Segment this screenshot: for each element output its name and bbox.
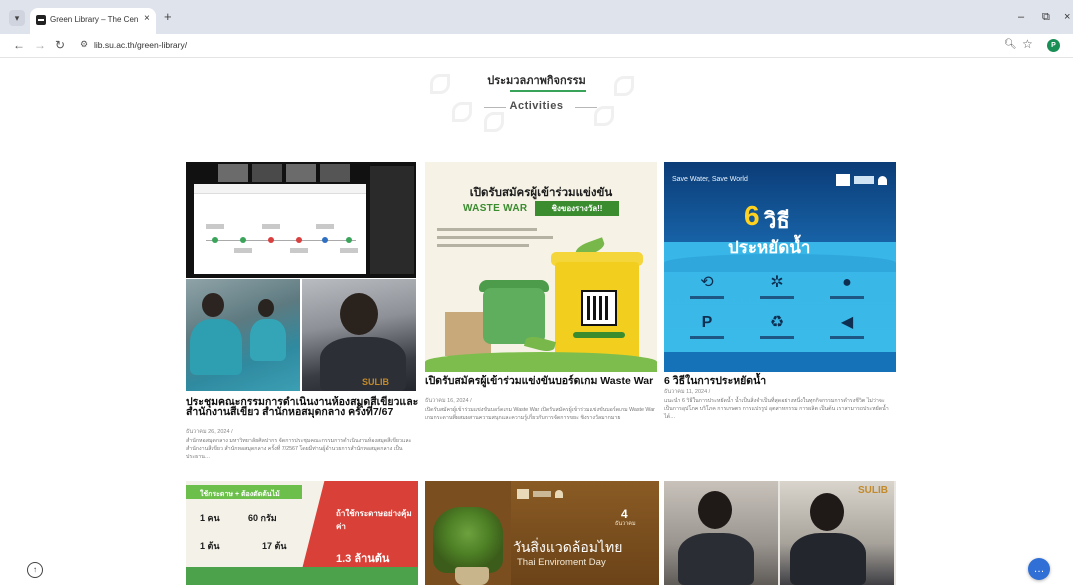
tab-title: Green Library – The Central Lib [50, 15, 138, 24]
event-month: ธันวาคม [615, 521, 636, 527]
chat-bubble-icon[interactable]: … [1028, 558, 1050, 580]
site-favicon-icon [36, 15, 46, 25]
profile-avatar[interactable]: P [1047, 39, 1060, 52]
title-divider-right [575, 107, 597, 108]
event-day: 4 [621, 507, 628, 521]
card-title[interactable]: ประชุมคณะกรรมการดำเนินงานห้องสมุดสีเขียว… [186, 397, 426, 418]
meeting-photo-right: SULIB [780, 481, 894, 585]
card-image[interactable]: 4 ธันวาคม วันสิ่งแวดล้อมไทย Thai Envirom… [425, 481, 659, 585]
card-excerpt: เปิดรับสมัครผู้เข้าร่วมแข่งขันบอร์ดเกม W… [425, 407, 655, 421]
card-image[interactable]: เปิดรับสมัครผู้เข้าร่วมแข่งขัน WASTE WAR… [425, 162, 657, 372]
plant-image [433, 507, 503, 573]
meeting-photo-right: SULIB [302, 279, 416, 391]
infographic-count: 17 ต้น [262, 541, 287, 551]
waste-war-poster: เปิดรับสมัครผู้เข้าร่วมแข่งขัน WASTE WAR… [425, 162, 657, 372]
forward-arrow-icon[interactable]: → [34, 38, 46, 52]
browser-tab-bar: ▾ Green Library – The Central Lib × + – … [0, 0, 1073, 34]
meeting-photo-left [186, 279, 300, 391]
activity-card-paper-usage[interactable]: ใช้กระดาษ + ต้องตัดต้นไม้ 1 คน 60 กรัม 1… [186, 481, 418, 585]
activity-card-meeting[interactable]: SULIB ประชุมคณะกรรมการดำเนินงานห้องสมุดส… [186, 162, 418, 462]
poster-tagline: Save Water, Save World [672, 176, 748, 183]
infographic-person: 1 คน [200, 513, 220, 523]
minimize-button[interactable]: – [1018, 11, 1024, 23]
reload-icon[interactable]: ↻ [55, 38, 65, 52]
water-drop-icon: ● [842, 274, 852, 291]
bookmark-star-icon[interactable]: ☆ [1022, 37, 1033, 51]
restore-button[interactable]: ⧉ [1042, 11, 1050, 24]
card-title[interactable]: 6 วิธีในการประหยัดน้ำ [664, 376, 896, 387]
new-tab-button[interactable]: + [164, 10, 172, 23]
zoom-meeting-screenshot [186, 162, 416, 278]
page-content: ประมวลภาพกิจกรรม Activities SULIB ประชุม… [0, 58, 1073, 585]
megaphone-icon: ◀ [840, 314, 854, 331]
infographic-weight: 60 กรัม [248, 513, 277, 523]
activity-card-meeting-2[interactable]: SULIB [664, 481, 896, 585]
save-water-poster: Save Water, Save World 6 วิธี ประหยัดน้ำ… [664, 162, 896, 372]
infographic-tree: 1 ต้น [200, 541, 220, 551]
card-image[interactable]: Save Water, Save World 6 วิธี ประหยัดน้ำ… [664, 162, 896, 372]
qr-code-icon [581, 290, 617, 326]
sulib-badge: SULIB [362, 377, 389, 387]
card-date: ธันวาคม 16, 2024 / [425, 398, 472, 404]
event-title-thai: วันสิ่งแวดล้อมไทย [513, 539, 623, 555]
back-arrow-icon[interactable]: ← [13, 38, 25, 52]
card-title[interactable]: เปิดรับสมัครผู้เข้าร่วมแข่งขันบอร์ดเกม W… [425, 376, 657, 387]
tab-close-icon[interactable]: × [144, 13, 150, 24]
card-excerpt: สำนักหอสมุดกลาง มหาวิทยาลัยศิลปากร จัดกา… [186, 438, 412, 460]
tab-search-button[interactable]: ▾ [9, 10, 25, 26]
faucet-icon: P [701, 314, 713, 331]
recycle-water-icon: ⟲ [700, 274, 714, 291]
window-close-button[interactable]: × [1064, 11, 1070, 23]
sulib-badge: SULIB [858, 485, 888, 496]
activity-card-thai-environment-day[interactable]: 4 ธันวาคม วันสิ่งแวดล้อมไทย Thai Envirom… [425, 481, 659, 585]
poster-number-word: วิธี [764, 208, 790, 233]
activity-card-waste-war[interactable]: เปิดรับสมัครผู้เข้าร่วมแข่งขัน WASTE WAR… [425, 162, 659, 462]
gear-check-icon: ✲ [770, 274, 784, 291]
site-info-icon[interactable]: ⚙ [80, 39, 88, 50]
poster-prize-label: ชิงของรางวัล!! [535, 201, 619, 216]
section-title-english: Activities [509, 100, 564, 112]
sulib-logo-icon [836, 174, 888, 186]
meeting-photo-left [664, 481, 778, 585]
poster-game-name: WASTE WAR [463, 203, 528, 214]
section-title-thai: ประมวลภาพกิจกรรม [487, 75, 586, 87]
zoom-icon[interactable]: 🔍︎ [1004, 39, 1017, 50]
url-omnibox[interactable]: ⚙ lib.su.ac.th/green-library/ [76, 37, 976, 55]
browser-tab-active[interactable]: Green Library – The Central Lib × [30, 8, 156, 34]
url-text[interactable]: lib.su.ac.th/green-library/ [94, 40, 187, 50]
accessibility-icon[interactable]: ↑ [27, 562, 43, 578]
event-title-english: Thai Enviroment Day [517, 557, 606, 568]
card-image[interactable]: ใช้กระดาษ + ต้องตัดต้นไม้ 1 คน 60 กรัม 1… [186, 481, 418, 585]
card-date: ธันวาคม 11, 2024 / [664, 389, 711, 395]
title-underline [510, 90, 586, 92]
card-excerpt: แนะนำ 6 วิธีในการประหยัดน้ำ น้ำเป็นสิ่งจ… [664, 398, 889, 420]
card-image[interactable]: SULIB [186, 162, 418, 392]
activity-card-save-water[interactable]: Save Water, Save World 6 วิธี ประหยัดน้ำ… [664, 162, 900, 462]
poster-title: เปิดรับสมัครผู้เข้าร่วมแข่งขัน [469, 187, 613, 199]
card-date: ธันวาคม 26, 2024 / [186, 429, 233, 435]
poster-number: 6 [744, 200, 760, 231]
address-bar: ← → ↻ ⚙ lib.su.ac.th/green-library/ 🔍︎ ☆… [0, 34, 1073, 58]
infographic-heading: ใช้กระดาษ + ต้องตัดต้นไม้ [200, 491, 280, 498]
recycle-icon: ♻ [769, 314, 785, 331]
sulib-logo-icon [517, 489, 569, 499]
infographic-question: ถ้าใช้กระดาษอย่างคุ้มค่า [336, 509, 412, 531]
infographic-big-number: 1.3 ล้านต้น [336, 553, 390, 565]
card-image[interactable]: SULIB [664, 481, 896, 585]
